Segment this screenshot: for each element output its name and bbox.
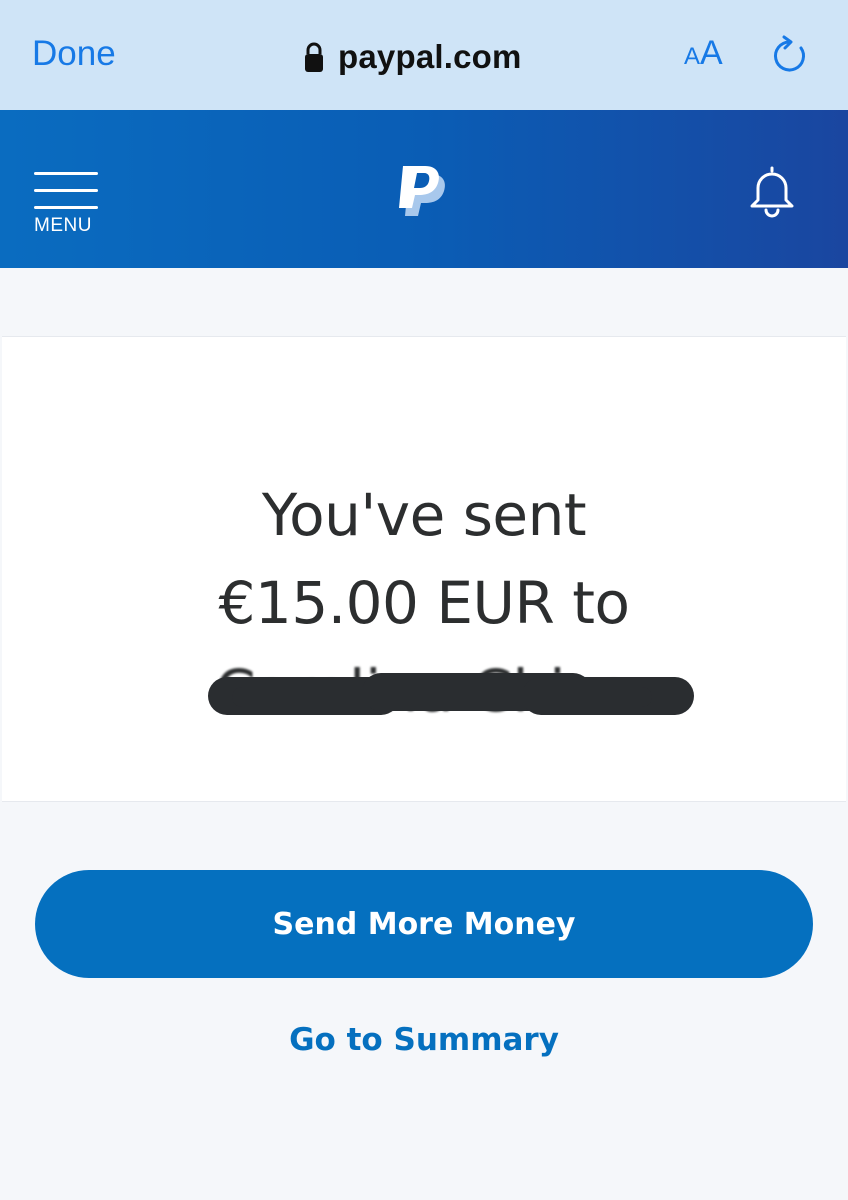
paypal-header: MENU bbox=[0, 110, 848, 268]
text-size-large-glyph: A bbox=[700, 34, 723, 72]
address-bar[interactable]: paypal.com bbox=[304, 32, 522, 82]
bell-icon[interactable] bbox=[744, 162, 800, 218]
menu-button[interactable]: MENU bbox=[34, 172, 100, 237]
confirmation-heading: You've sent bbox=[261, 481, 587, 549]
paypal-logo bbox=[399, 166, 445, 216]
go-to-summary-link[interactable]: Go to Summary bbox=[0, 1022, 848, 1058]
confirmation-card: You've sent €15.00 EUR to Carolina Chica bbox=[2, 336, 846, 802]
send-more-money-button[interactable]: Send More Money bbox=[35, 870, 813, 978]
hamburger-menu-icon bbox=[34, 172, 100, 209]
reload-icon[interactable] bbox=[770, 34, 810, 76]
text-size-small-glyph: A bbox=[684, 43, 701, 70]
done-button[interactable]: Done bbox=[32, 34, 116, 74]
amount-sent: €15.00 EUR to bbox=[218, 569, 630, 637]
redaction-scribble bbox=[232, 687, 652, 707]
lock-icon bbox=[305, 42, 323, 72]
browser-toolbar: Done paypal.com AA bbox=[0, 0, 848, 110]
menu-label: MENU bbox=[34, 215, 92, 236]
url-text: paypal.com bbox=[338, 38, 522, 75]
text-size-button[interactable]: AA bbox=[684, 36, 723, 70]
